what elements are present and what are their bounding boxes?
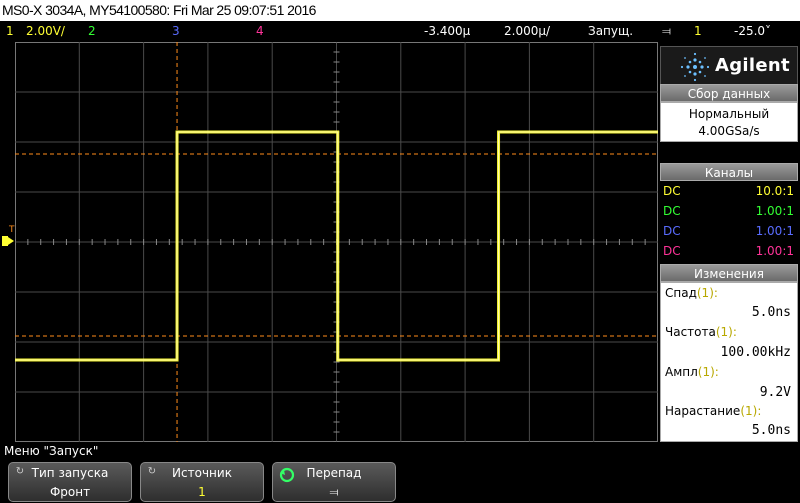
- meas-ampl-value: 9.2V: [759, 385, 791, 400]
- acquisition-mode: Нормальный: [688, 107, 770, 121]
- channels-box[interactable]: DC 10.0:1 DC 1.00:1 DC 1.00:1 DC 1.00:1: [660, 182, 798, 262]
- meas-fall-label: Спад(1):: [665, 286, 718, 300]
- meas-freq-label: Частота(1):: [665, 325, 737, 339]
- softkey-source-label: Источник: [172, 466, 232, 480]
- ch2-number[interactable]: 2: [88, 21, 96, 42]
- meas-rise-label: Нарастание(1):: [665, 404, 762, 418]
- softkey-trigger-type-value: Фронт: [49, 485, 91, 499]
- softkey-slope-value: ⫤: [329, 485, 339, 499]
- agilent-spark-icon: [680, 52, 710, 82]
- ch2-coupling: DC: [663, 204, 681, 218]
- measurements-box[interactable]: Спад(1): 5.0ns Частота(1): 100.00kHz Амп…: [660, 282, 798, 442]
- trigger-level[interactable]: -25.0˅: [734, 21, 771, 42]
- trigger-level-marker: T: [9, 225, 15, 235]
- measurements-header: Изменения: [660, 264, 798, 282]
- status-bar: 1 2.00V/ 2 3 4 -3.400µ 2.000µ/ Запущ. ⫤ …: [0, 21, 800, 42]
- ch2-probe: 1.00:1: [755, 204, 794, 218]
- ch4-probe: 1.00:1: [755, 244, 794, 258]
- acquisition-box[interactable]: Нормальный 4.00GSa/s: [660, 102, 798, 142]
- ch1-ground-label: 1: [2, 236, 9, 247]
- meas-ampl-label: Ампл(1):: [665, 365, 719, 379]
- time-scale[interactable]: 2.000µ/: [504, 21, 550, 42]
- ch3-probe: 1.00:1: [755, 224, 794, 238]
- ch1-coupling: DC: [663, 184, 681, 198]
- waveform-canvas: [15, 42, 658, 442]
- trigger-channel[interactable]: 1: [694, 21, 702, 42]
- meas-fall-value: 5.0ns: [751, 305, 791, 320]
- ch1-waveform: [15, 130, 658, 362]
- channels-header: Каналы: [660, 163, 798, 181]
- acquisition-rate: 4.00GSa/s: [698, 124, 760, 138]
- softkey-source[interactable]: ↻ Источник 1: [140, 462, 264, 502]
- waveform-display[interactable]: [15, 42, 658, 442]
- ch1-scale[interactable]: 2.00V/: [26, 21, 65, 42]
- window-title-bar: MS0-X 3034A, MY54100580: Fri Mar 25 09:0…: [0, 0, 800, 21]
- run-state: Запущ.: [588, 24, 634, 38]
- softkey-trigger-type[interactable]: ↻ Тип запуска Фронт: [8, 462, 132, 502]
- softkey-slope-label: Перепад: [306, 466, 362, 480]
- trigger-edge-icon: ⫤: [662, 24, 672, 38]
- acquisition-header: Сбор данных: [660, 84, 798, 102]
- ch3-coupling: DC: [663, 224, 681, 238]
- agilent-brand: Agilent: [715, 55, 790, 76]
- ch4-number[interactable]: 4: [256, 21, 264, 42]
- softkey-source-value: 1: [198, 485, 206, 499]
- softkey-trigger-type-label: Тип запуска: [31, 466, 109, 480]
- window-title: MS0-X 3034A, MY54100580: Fri Mar 25 09:0…: [2, 2, 316, 18]
- ch1-probe: 10.0:1: [755, 184, 794, 198]
- time-offset[interactable]: -3.400µ: [424, 21, 470, 42]
- meas-freq-value: 100.00kHz: [720, 345, 791, 360]
- side-panel: Agilent Сбор данных Нормальный 4.00GSa/s…: [660, 42, 800, 442]
- menu-title: Меню "Запуск": [4, 444, 99, 458]
- ch1-number[interactable]: 1: [6, 21, 14, 42]
- ch4-coupling: DC: [663, 244, 681, 258]
- ch3-number[interactable]: 3: [172, 21, 180, 42]
- agilent-logo: Agilent: [660, 46, 798, 86]
- softkey-slope[interactable]: Перепад ⫤: [272, 462, 396, 502]
- meas-rise-value: 5.0ns: [751, 423, 791, 438]
